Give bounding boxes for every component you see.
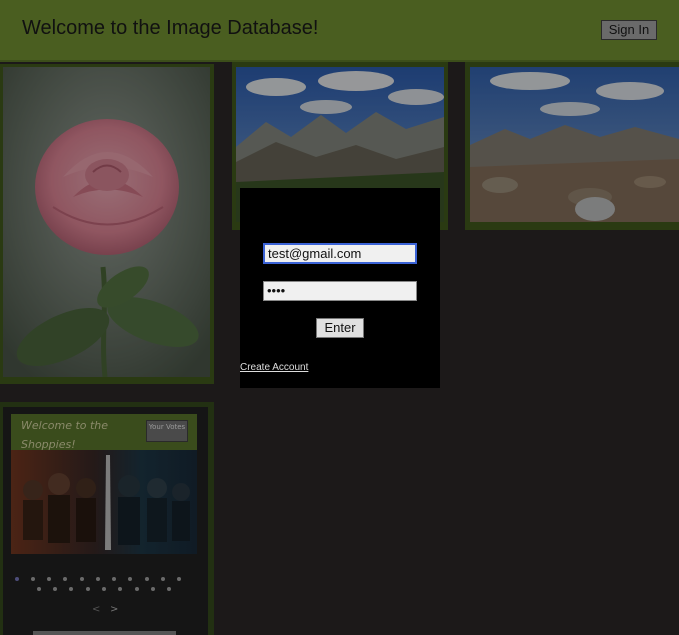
- carousel-next-button[interactable]: >: [110, 604, 118, 615]
- page-title: Welcome to the Image Database!: [22, 17, 319, 39]
- email-field[interactable]: test@gmail.com: [263, 243, 417, 264]
- overlay-dim: [11, 450, 197, 554]
- enter-button[interactable]: Enter: [316, 318, 364, 338]
- top-header: Welcome to the Image Database! Sign In: [0, 0, 679, 62]
- movie-poster-image[interactable]: [11, 450, 197, 554]
- overlay-dim: [3, 67, 210, 377]
- carousel-dot[interactable]: [112, 577, 116, 581]
- carousel-dot[interactable]: [177, 577, 181, 581]
- carousel-dot[interactable]: [80, 577, 84, 581]
- carousel-dot[interactable]: [86, 587, 90, 591]
- carousel-dot[interactable]: [15, 577, 19, 581]
- rocky-mountain-image: [470, 67, 679, 222]
- image-card-rocky[interactable]: [465, 62, 679, 230]
- carousel-dot[interactable]: [102, 587, 106, 591]
- carousel-dot[interactable]: [161, 577, 165, 581]
- carousel-dot[interactable]: [31, 577, 35, 581]
- rose-image: [3, 67, 210, 377]
- your-votes-button[interactable]: Your Votes: [146, 420, 188, 442]
- carousel-dot[interactable]: [69, 587, 73, 591]
- carousel-bottom-bar: [33, 631, 176, 635]
- carousel-title: Welcome to the Shoppies!: [21, 419, 109, 451]
- sign-in-button[interactable]: Sign In: [601, 20, 657, 40]
- carousel-dot[interactable]: [63, 577, 67, 581]
- carousel-dot[interactable]: [167, 587, 171, 591]
- carousel-dot[interactable]: [96, 577, 100, 581]
- overlay-dim: [470, 67, 679, 222]
- carousel-dot[interactable]: [145, 577, 149, 581]
- carousel-header: Welcome to the Shoppies! Your Votes: [11, 414, 197, 451]
- carousel-dot[interactable]: [53, 587, 57, 591]
- carousel-dot[interactable]: [118, 587, 122, 591]
- carousel-prev-button[interactable]: <: [92, 604, 100, 615]
- password-field[interactable]: ••••: [263, 281, 417, 301]
- carousel-dot[interactable]: [37, 587, 41, 591]
- carousel-dot[interactable]: [135, 587, 139, 591]
- create-account-link[interactable]: Create Account: [240, 362, 308, 373]
- carousel-dot[interactable]: [151, 587, 155, 591]
- image-card-rose[interactable]: [0, 64, 214, 384]
- carousel-dot[interactable]: [47, 577, 51, 581]
- carousel-dot[interactable]: [128, 577, 132, 581]
